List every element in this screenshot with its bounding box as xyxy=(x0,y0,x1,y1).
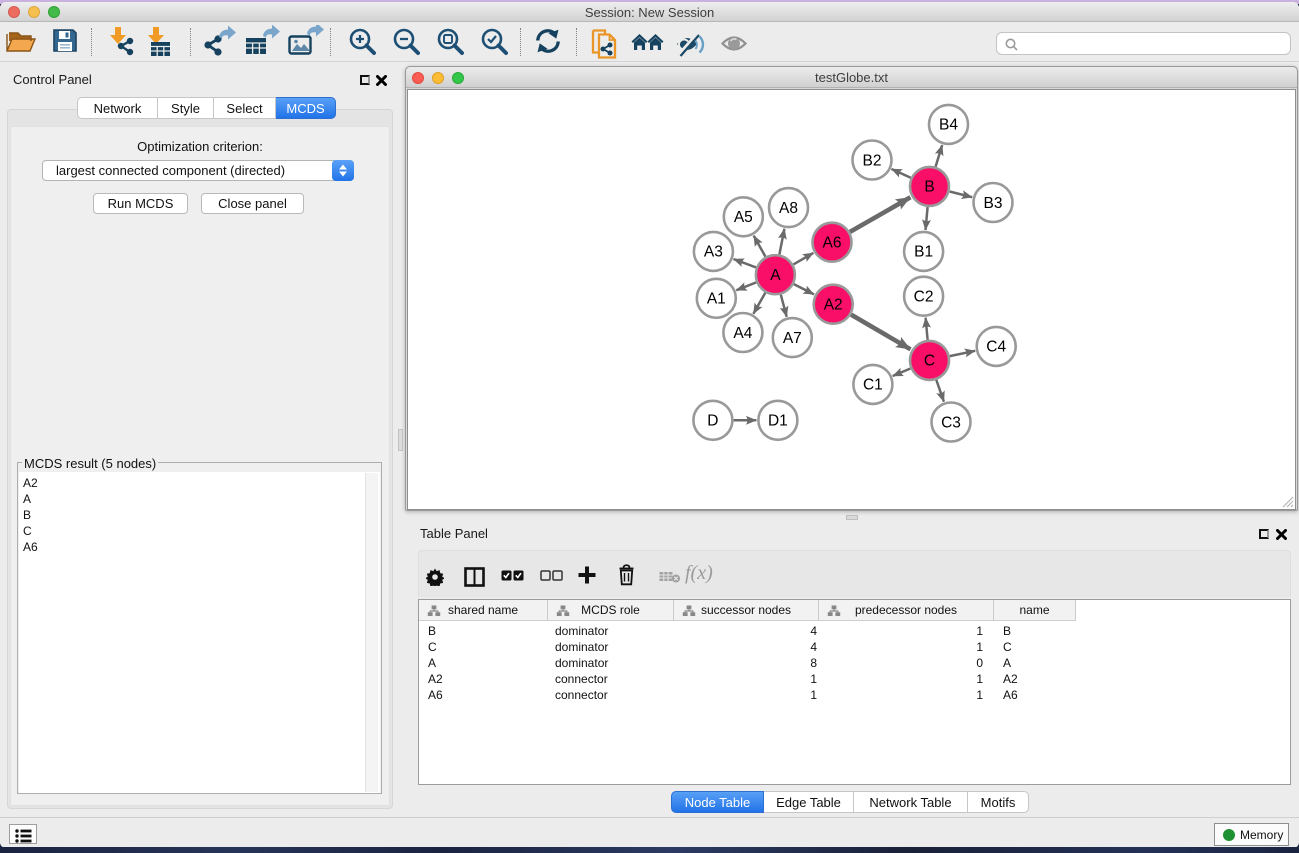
svg-text:B3: B3 xyxy=(984,195,1003,212)
svg-text:A8: A8 xyxy=(779,200,798,217)
svg-text:D: D xyxy=(707,413,718,430)
svg-text:C2: C2 xyxy=(914,289,934,306)
svg-text:C: C xyxy=(924,353,935,370)
svg-text:B4: B4 xyxy=(939,117,958,134)
svg-text:B: B xyxy=(924,179,934,196)
svg-text:C3: C3 xyxy=(941,414,961,431)
svg-text:A1: A1 xyxy=(707,291,726,308)
svg-text:A6: A6 xyxy=(823,235,842,252)
svg-text:B2: B2 xyxy=(863,152,882,169)
svg-text:A2: A2 xyxy=(824,297,843,314)
svg-text:B1: B1 xyxy=(914,244,933,261)
svg-text:A4: A4 xyxy=(733,325,752,342)
svg-text:A5: A5 xyxy=(734,209,753,226)
svg-text:C1: C1 xyxy=(863,377,883,394)
svg-text:A3: A3 xyxy=(704,244,723,261)
svg-text:C4: C4 xyxy=(986,339,1006,356)
svg-text:A: A xyxy=(770,267,781,284)
svg-text:A7: A7 xyxy=(783,330,802,347)
svg-text:D1: D1 xyxy=(768,413,788,430)
